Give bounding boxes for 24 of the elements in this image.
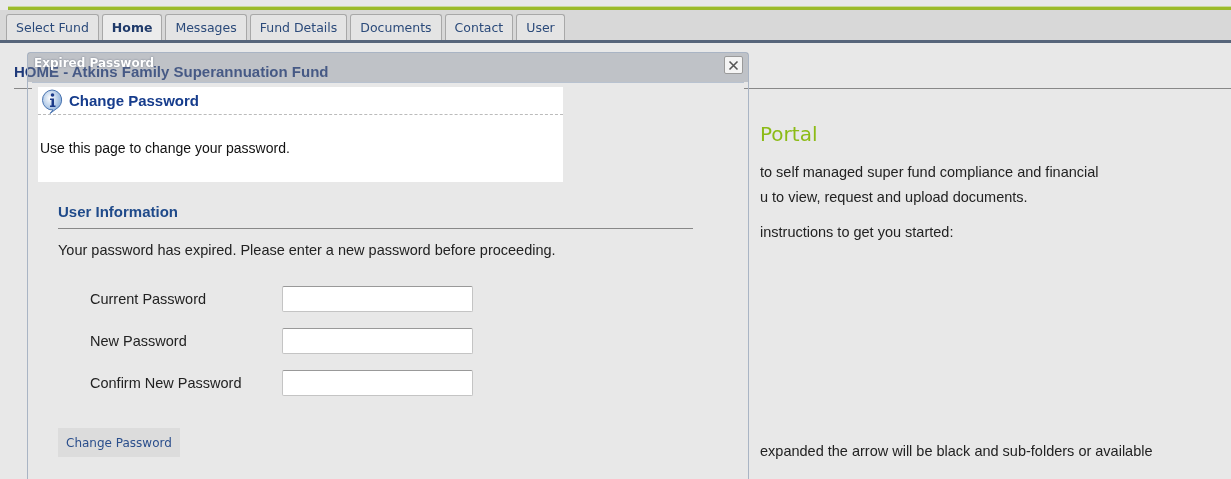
- section-heading: User Information: [58, 203, 693, 229]
- tab[interactable]: Messages: [165, 14, 247, 40]
- password-field[interactable]: [282, 328, 473, 354]
- field-label: New Password: [90, 333, 188, 349]
- portal-title: Portal: [760, 122, 819, 146]
- tab[interactable]: Home: [101, 14, 163, 40]
- field-label: Confirm New Password: [90, 375, 243, 391]
- tab[interactable]: Fund Details: [249, 14, 348, 40]
- tab[interactable]: Documents: [350, 14, 442, 40]
- password-field[interactable]: [282, 286, 473, 312]
- body-text: u to view, request and upload documents.: [760, 188, 1029, 207]
- body-text: expanded the arrow will be black and sub-folders or available: [760, 443, 1154, 459]
- change-password-button[interactable]: Change Password: [58, 428, 180, 457]
- message-text: Your password has expired. Please enter a new password before proceeding.: [58, 242, 557, 258]
- body-text: instructions to get you started:: [760, 223, 955, 242]
- close-icon[interactable]: [724, 56, 743, 74]
- tab[interactable]: User: [516, 14, 565, 40]
- tab[interactable]: Select Fund: [6, 14, 99, 40]
- field-label: Current Password: [90, 291, 208, 307]
- tab[interactable]: Contact: [444, 14, 514, 40]
- password-field[interactable]: [282, 370, 473, 396]
- panel-heading: Change Password: [69, 92, 200, 109]
- panel-text: Use this page to change your password.: [40, 140, 291, 156]
- body-text: to self managed super fund compliance and financial: [760, 163, 1100, 182]
